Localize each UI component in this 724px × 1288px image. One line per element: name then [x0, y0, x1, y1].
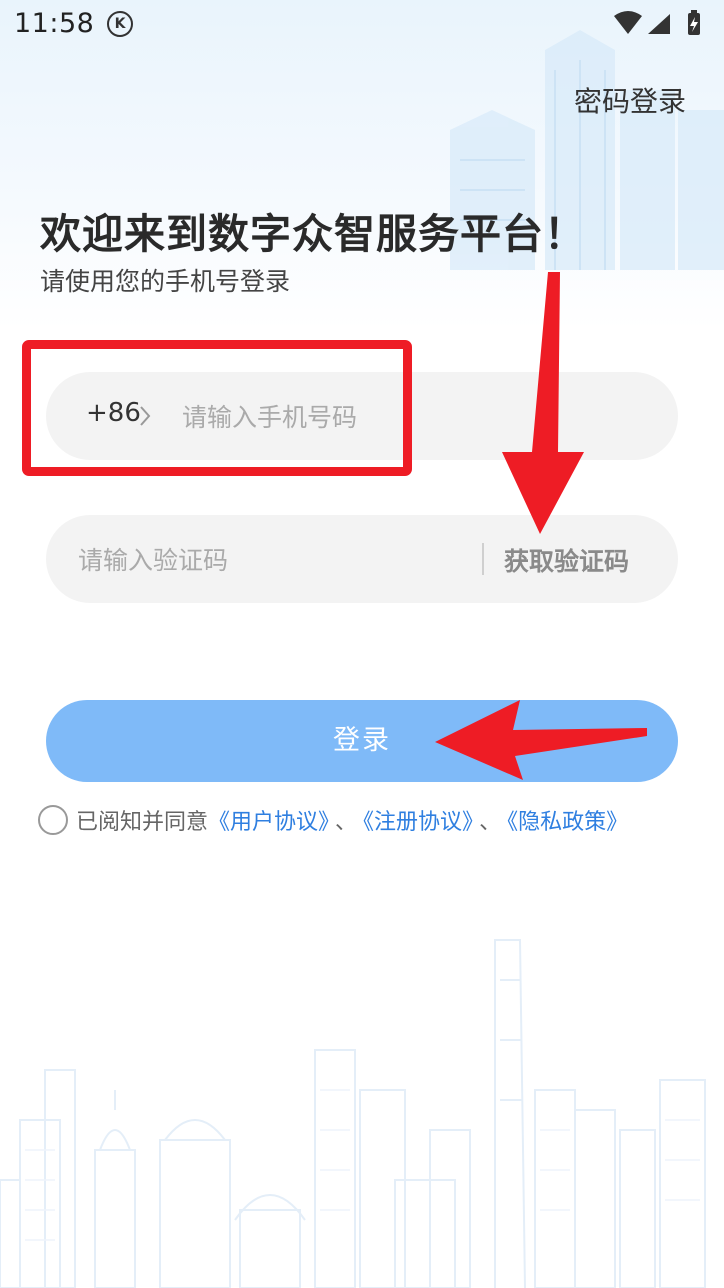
status-bar: 11:58 K — [0, 0, 724, 50]
status-icons — [614, 10, 700, 35]
city-skyline-illustration — [0, 939, 706, 1288]
status-time: 11:58 — [14, 8, 95, 39]
agreement-separator: 、 — [335, 810, 358, 835]
verification-code-field: 获取验证码 — [46, 515, 678, 603]
user-agreement-link[interactable]: 《用户协议》 — [208, 810, 329, 835]
password-login-link[interactable]: 密码登录 — [574, 80, 686, 120]
agreement-checkbox[interactable] — [38, 805, 68, 835]
wifi-icon — [614, 11, 642, 34]
code-divider — [482, 543, 484, 575]
login-button[interactable]: 登录 — [46, 700, 678, 782]
welcome-subtitle: 请使用您的手机号登录 — [40, 267, 291, 296]
get-code-button[interactable]: 获取验证码 — [504, 542, 629, 578]
highlight-box — [22, 340, 412, 476]
agreement-prefix: 已阅知并同意 — [76, 810, 209, 835]
welcome-title: 欢迎来到数字众智服务平台！ — [40, 210, 586, 258]
register-agreement-link[interactable]: 《注册协议》 — [363, 810, 473, 835]
k-notification-icon: K — [107, 11, 133, 37]
signal-icon — [648, 14, 670, 34]
battery-charging-icon — [688, 10, 700, 35]
privacy-policy-link[interactable]: 《隐私政策》 — [507, 810, 628, 835]
verification-code-input[interactable] — [76, 539, 460, 581]
agreement-row: 已阅知并同意《用户协议》、《注册协议》、《隐私政策》 — [38, 804, 628, 836]
agreement-separator: 、 — [479, 810, 502, 835]
